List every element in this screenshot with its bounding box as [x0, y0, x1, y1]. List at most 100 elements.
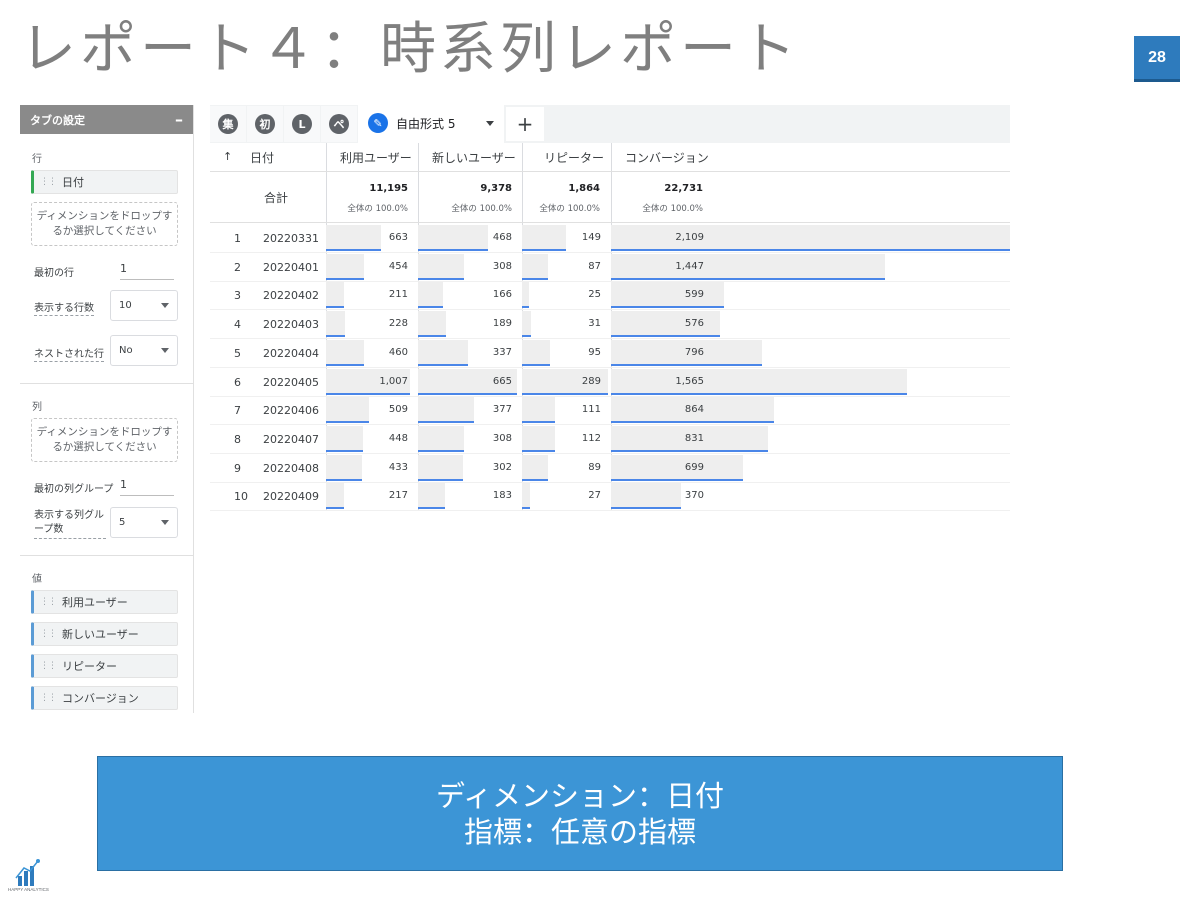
- first-row-input[interactable]: 1: [120, 262, 174, 280]
- chevron-down-icon: [161, 348, 169, 353]
- tab-initial: L: [292, 114, 312, 134]
- value-bar: [326, 483, 345, 510]
- chevron-down-icon[interactable]: [486, 120, 494, 126]
- chevron-down-icon: [161, 303, 169, 308]
- value-bar: [326, 454, 363, 481]
- header-users[interactable]: 利用ユーザー: [340, 149, 412, 166]
- col-groups-select[interactable]: 5: [110, 507, 178, 538]
- table-row[interactable]: 2 20220401 454 308 87 1,447: [210, 253, 1010, 282]
- table-row[interactable]: 7 20220406 509 377 111 864: [210, 396, 1010, 426]
- value-chip-conversions[interactable]: ⋮⋮ コンバージョン: [31, 686, 178, 710]
- pencil-icon: ✎: [368, 113, 388, 133]
- table-row[interactable]: 6 20220405 1,007 665 289 1,565: [210, 368, 1010, 397]
- metric-cell: 27: [522, 482, 611, 511]
- table-row[interactable]: 4 20220403 228 189 31 576: [210, 310, 1010, 340]
- totals-divider: [210, 222, 1010, 223]
- header-new-users[interactable]: 新しいユーザー: [432, 149, 516, 166]
- tab-first[interactable]: 初: [247, 106, 283, 142]
- value-bar: [326, 225, 382, 251]
- metric-cell: 211: [326, 281, 418, 310]
- metric-value: 864: [684, 404, 704, 416]
- chevron-down-icon: [161, 520, 169, 525]
- table-row[interactable]: 9 20220408 433 302 89 699: [210, 454, 1010, 483]
- value-bar: [418, 397, 474, 424]
- value-bar: [326, 311, 346, 338]
- add-tab-button[interactable]: +: [506, 107, 544, 141]
- value-bar: [418, 282, 443, 309]
- header-date[interactable]: 日付: [250, 149, 274, 166]
- table-row[interactable]: 10 20220409 217 183 27 370: [210, 482, 1010, 512]
- tab-l[interactable]: L: [284, 106, 320, 142]
- table-row[interactable]: 3 20220402 211 166 25 599: [210, 281, 1010, 311]
- tab-page[interactable]: ペ: [321, 106, 357, 142]
- metric-value: 663: [388, 232, 408, 243]
- collapse-icon[interactable]: –: [175, 111, 183, 128]
- callout-metric: 指標：任意の指標: [463, 814, 696, 849]
- total-pct-users: 全体の 100.0%: [347, 204, 408, 214]
- table-row[interactable]: 1 20220331 663 468 149 2,109: [210, 224, 1010, 253]
- metric-cell: 289: [522, 368, 611, 397]
- sort-ascending-icon[interactable]: ↑: [223, 150, 232, 163]
- metric-cell: 189: [418, 310, 522, 339]
- select-value: No: [119, 345, 133, 356]
- drag-handle-icon[interactable]: ⋮⋮: [40, 661, 57, 671]
- metric-value: 377: [492, 404, 512, 416]
- metric-cell: 1,007: [326, 368, 418, 397]
- total-pct-new-users: 全体の 100.0%: [451, 204, 512, 214]
- row-date: 20220408: [263, 461, 319, 475]
- value-chip-users[interactable]: ⋮⋮ 利用ユーザー: [31, 590, 178, 614]
- row-date: 20220406: [263, 404, 319, 418]
- first-row-label: 最初の行: [34, 268, 74, 279]
- metric-value: 31: [588, 318, 601, 330]
- table-row[interactable]: 5 20220404 460 337 95 796: [210, 339, 1010, 368]
- metric-cell: 454: [326, 253, 418, 282]
- header-conversions[interactable]: コンバージョン: [625, 149, 709, 166]
- metric-value: 796: [684, 346, 704, 358]
- value-bar: [418, 483, 446, 510]
- row-dimension-chip[interactable]: ⋮⋮ 日付: [31, 170, 178, 194]
- metric-value: 2,109: [675, 232, 704, 243]
- metric-cell: 112: [522, 425, 611, 454]
- values-section-label: 値: [32, 574, 42, 585]
- metric-value: 576: [684, 318, 704, 330]
- metric-value: 665: [492, 375, 512, 387]
- total-new-users: 9,378: [480, 183, 512, 194]
- chip-label: 日付: [62, 176, 84, 189]
- row-index: 1: [234, 232, 241, 245]
- rows-to-show-select[interactable]: 10: [110, 290, 178, 321]
- value-chip-repeaters[interactable]: ⋮⋮ リピーター: [31, 654, 178, 678]
- metric-cell: 370: [611, 482, 1010, 511]
- metric-cell: 111: [522, 396, 611, 425]
- tab-settings-panel: タブの設定 – 行 ⋮⋮ 日付 ディメンションをドロップするか選択してください …: [20, 105, 194, 713]
- metric-value: 1,447: [675, 260, 704, 272]
- first-col-group-input[interactable]: 1: [120, 478, 174, 496]
- row-index: 10: [234, 490, 248, 504]
- value-bar: [326, 282, 344, 309]
- column-drop-zone[interactable]: ディメンションをドロップするか選択してください: [31, 418, 178, 462]
- metric-value: 149: [581, 232, 601, 243]
- nested-rows-select[interactable]: No: [110, 335, 178, 366]
- total-label: 合計: [264, 191, 289, 205]
- value-chip-new-users[interactable]: ⋮⋮ 新しいユーザー: [31, 622, 178, 646]
- drag-handle-icon[interactable]: ⋮⋮: [40, 597, 57, 607]
- metric-value: 448: [388, 432, 408, 444]
- metric-cell: 337: [418, 339, 522, 368]
- row-drop-zone[interactable]: ディメンションをドロップするか選択してください: [31, 202, 178, 246]
- tab-summary[interactable]: 集: [210, 106, 246, 142]
- row-index: 5: [234, 346, 241, 360]
- metric-cell: 864: [611, 396, 1010, 425]
- tab-free-form-5[interactable]: ✎ 自由形式 5: [358, 105, 504, 143]
- tab-initial: 初: [255, 114, 275, 134]
- drag-handle-icon[interactable]: ⋮⋮: [40, 629, 57, 639]
- metric-cell: 1,565: [611, 368, 1010, 397]
- table-row[interactable]: 8 20220407 448 308 112 831: [210, 425, 1010, 454]
- value-bar: [611, 454, 744, 481]
- drag-handle-icon[interactable]: ⋮⋮: [40, 693, 57, 703]
- drag-handle-icon[interactable]: ⋮⋮: [40, 177, 57, 187]
- metric-value: 509: [388, 404, 408, 416]
- header-repeaters[interactable]: リピーター: [544, 149, 604, 166]
- row-index: 6: [234, 375, 241, 389]
- total-users: 11,195: [369, 183, 408, 194]
- row-index: 3: [234, 289, 241, 303]
- metric-value: 699: [684, 461, 704, 473]
